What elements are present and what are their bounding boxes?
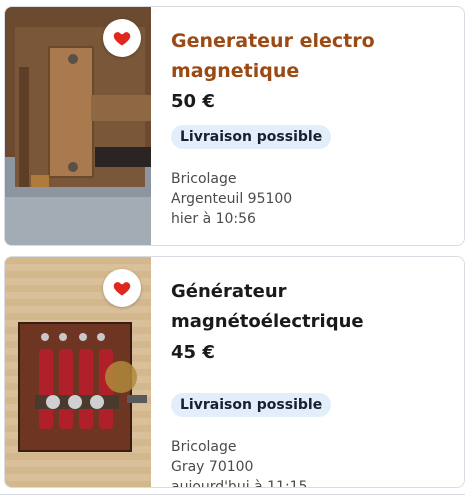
- listing-date: aujourd'hui à 11:15: [171, 479, 308, 488]
- delivery-badge: Livraison possible: [171, 393, 332, 417]
- listing-category: Bricolage: [171, 439, 237, 455]
- listing-card[interactable]: Générateur magnétoélectrique 45 € Livrai…: [4, 256, 465, 488]
- listing-category: Bricolage: [171, 171, 237, 187]
- listing-photo[interactable]: [5, 7, 151, 245]
- listing-location: Gray 70100: [171, 459, 254, 475]
- listing-info: Generateur electro magnetique 50 € Livra…: [171, 7, 456, 229]
- listing-date: hier à 10:56: [171, 211, 256, 227]
- listing-title[interactable]: Générateur magnétoélectrique: [171, 277, 456, 337]
- listing-photo[interactable]: [5, 257, 151, 487]
- listing-title-line2: magnetique: [171, 60, 300, 82]
- listing-card[interactable]: Generateur electro magnetique 50 € Livra…: [4, 6, 465, 246]
- favorite-button[interactable]: [103, 269, 141, 307]
- listing-title[interactable]: Generateur electro magnetique: [171, 26, 456, 86]
- listing-title-line1: Generateur electro: [171, 30, 375, 52]
- listing-price: 50 €: [171, 91, 215, 112]
- listing-info: Générateur magnétoélectrique 45 € Livrai…: [171, 257, 456, 488]
- listing-price: 45 €: [171, 342, 215, 363]
- delivery-badge: Livraison possible: [171, 125, 332, 149]
- heart-icon: [113, 282, 131, 296]
- heart-icon: [113, 32, 131, 46]
- favorite-button[interactable]: [103, 19, 141, 57]
- listing-location: Argenteuil 95100: [171, 191, 293, 207]
